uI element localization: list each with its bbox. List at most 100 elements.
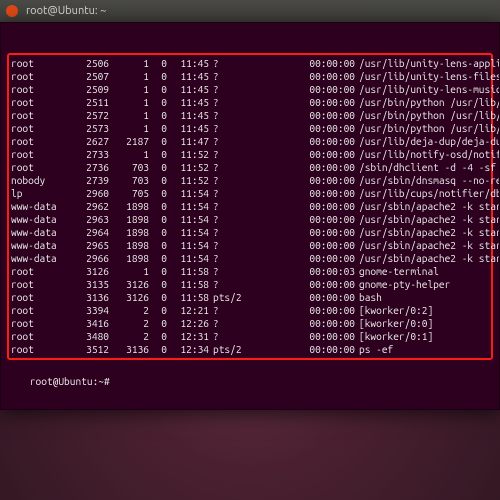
col-stime: 11:54 [167, 213, 209, 226]
col-cmd: ps -ef [355, 343, 393, 356]
col-c: 0 [149, 109, 167, 122]
col-pid: 2963 [69, 213, 109, 226]
col-cmd: [kworker/0:1] [355, 330, 433, 343]
col-uid: root [11, 148, 69, 161]
col-cmd: [kworker/0:0] [355, 317, 433, 330]
col-stime: 12:34 [167, 343, 209, 356]
col-stime: 11:52 [167, 148, 209, 161]
col-tty: ? [209, 148, 249, 161]
process-row: root25731011:45?00:00:00/usr/bin/python … [11, 122, 489, 135]
col-time: 00:00:00 [299, 304, 355, 317]
col-ppid: 1 [109, 57, 149, 70]
col-uid: nobody [11, 174, 69, 187]
col-stime: 11:54 [167, 239, 209, 252]
col-pid: 2509 [69, 83, 109, 96]
col-ppid: 1898 [109, 213, 149, 226]
col-tty: ? [209, 122, 249, 135]
col-c: 0 [149, 304, 167, 317]
shell-prompt: root@Ubuntu:~# [30, 375, 110, 387]
col-stime: 11:47 [167, 135, 209, 148]
process-row: root31363126011:58pts/200:00:00bash [11, 291, 489, 304]
col-ppid: 1898 [109, 200, 149, 213]
col-ppid: 1898 [109, 239, 149, 252]
col-cmd: /usr/sbin/apache2 -k start [355, 213, 499, 226]
col-c: 0 [149, 317, 167, 330]
col-uid: root [11, 330, 69, 343]
col-cmd: /usr/sbin/apache2 -k start [355, 239, 499, 252]
col-tty: ? [209, 135, 249, 148]
process-row: nobody2739703011:52?00:00:00/usr/sbin/dn… [11, 174, 489, 187]
col-c: 0 [149, 174, 167, 187]
col-ppid: 2 [109, 304, 149, 317]
col-c: 0 [149, 291, 167, 304]
col-ppid: 705 [109, 187, 149, 200]
col-cmd: /usr/lib/unity-lens-music/unity- [355, 83, 499, 96]
col-c: 0 [149, 70, 167, 83]
process-row: www-data29661898011:54?00:00:00/usr/sbin… [11, 252, 489, 265]
col-stime: 11:54 [167, 252, 209, 265]
col-tty: ? [209, 304, 249, 317]
col-c: 0 [149, 187, 167, 200]
process-row: root27331011:52?00:00:00/usr/lib/notify-… [11, 148, 489, 161]
col-pid: 3136 [69, 291, 109, 304]
terminal-window[interactable]: root25061011:45?00:00:00/usr/lib/unity-l… [0, 22, 500, 410]
terminal-output[interactable]: root25061011:45?00:00:00/usr/lib/unity-l… [1, 23, 499, 409]
col-c: 0 [149, 343, 167, 356]
col-uid: www-data [11, 239, 69, 252]
col-time: 00:00:00 [299, 291, 355, 304]
col-tty: ? [209, 109, 249, 122]
col-cmd: gnome-pty-helper [355, 278, 450, 291]
col-c: 0 [149, 226, 167, 239]
col-time: 00:00:00 [299, 213, 355, 226]
process-row: root33942012:21?00:00:00[kworker/0:2] [11, 304, 489, 317]
col-tty: ? [209, 57, 249, 70]
col-cmd: /usr/lib/cups/notifier/dbus dbus [355, 187, 499, 200]
col-c: 0 [149, 239, 167, 252]
col-cmd: bash [355, 291, 382, 304]
col-c: 0 [149, 122, 167, 135]
col-cmd: /usr/bin/python /usr/lib/unity-l [355, 109, 499, 122]
col-cmd: /usr/lib/notify-osd/notify-osd [355, 148, 499, 161]
col-ppid: 2187 [109, 135, 149, 148]
col-stime: 11:45 [167, 122, 209, 135]
col-ppid: 2 [109, 317, 149, 330]
col-time: 00:00:00 [299, 161, 355, 174]
col-c: 0 [149, 83, 167, 96]
col-tty: ? [209, 200, 249, 213]
col-pid: 2507 [69, 70, 109, 83]
col-uid: root [11, 109, 69, 122]
col-cmd: /usr/bin/python /usr/lib/unity-l [355, 96, 499, 109]
process-row: root26272187011:47?00:00:00/usr/lib/deja… [11, 135, 489, 148]
col-ppid: 1 [109, 109, 149, 122]
col-ppid: 1898 [109, 226, 149, 239]
col-pid: 2627 [69, 135, 109, 148]
col-uid: root [11, 343, 69, 356]
col-pid: 2733 [69, 148, 109, 161]
process-row: www-data29651898011:54?00:00:00/usr/sbin… [11, 239, 489, 252]
process-row: root25721011:45?00:00:00/usr/bin/python … [11, 109, 489, 122]
col-time: 00:00:00 [299, 148, 355, 161]
col-ppid: 1 [109, 83, 149, 96]
col-cmd: /usr/bin/python /usr/lib/unity-s [355, 122, 499, 135]
col-ppid: 703 [109, 161, 149, 174]
process-row: www-data29621898011:54?00:00:00/usr/sbin… [11, 200, 489, 213]
col-stime: 11:54 [167, 187, 209, 200]
col-pid: 2966 [69, 252, 109, 265]
col-time: 00:00:00 [299, 239, 355, 252]
col-ppid: 703 [109, 174, 149, 187]
col-tty: ? [209, 252, 249, 265]
col-pid: 2511 [69, 96, 109, 109]
col-stime: 12:21 [167, 304, 209, 317]
col-time: 00:00:00 [299, 187, 355, 200]
process-row: root2736703011:52?00:00:00/sbin/dhclient… [11, 161, 489, 174]
col-pid: 2736 [69, 161, 109, 174]
col-pid: 2572 [69, 109, 109, 122]
process-row: root34162012:26?00:00:00[kworker/0:0] [11, 317, 489, 330]
process-row: lp2960705011:54?00:00:00/usr/lib/cups/no… [11, 187, 489, 200]
col-stime: 11:45 [167, 96, 209, 109]
col-ppid: 1898 [109, 252, 149, 265]
col-cmd: [kworker/0:2] [355, 304, 433, 317]
col-stime: 11:45 [167, 57, 209, 70]
process-row: www-data29641898011:54?00:00:00/usr/sbin… [11, 226, 489, 239]
col-ppid: 2 [109, 330, 149, 343]
